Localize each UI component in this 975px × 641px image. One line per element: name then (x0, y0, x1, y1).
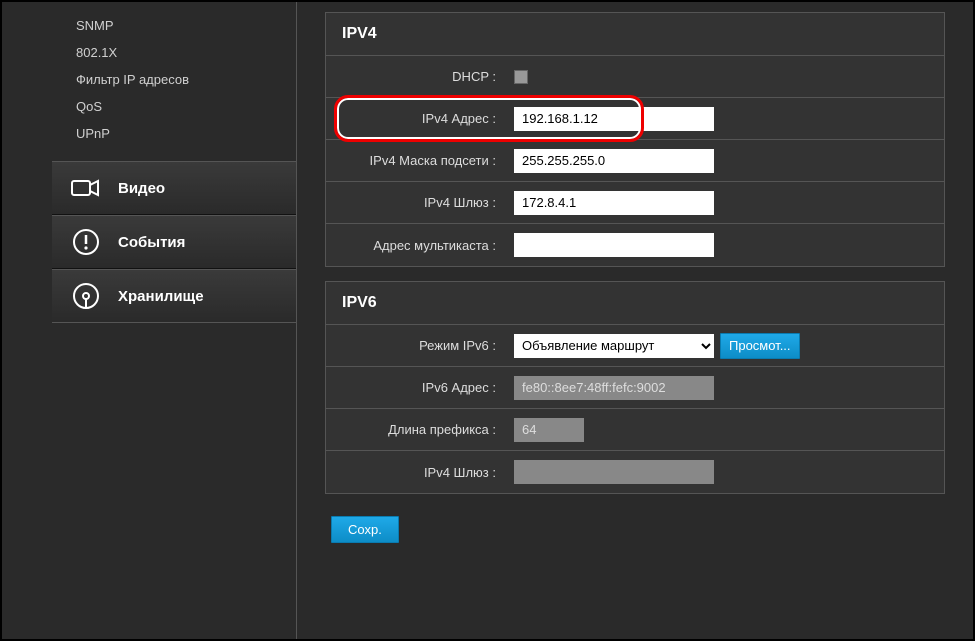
ipv6-addr-input[interactable] (514, 376, 714, 400)
ipv6-gw-input[interactable] (514, 460, 714, 484)
alert-icon (70, 228, 102, 256)
sidebar-item-video[interactable]: Видео (52, 161, 296, 215)
ipv4-gw-label: IPv4 Шлюз : (326, 195, 506, 210)
row-ipv4-gw: IPv4 Шлюз : (326, 182, 944, 224)
sidebar: SNMP 802.1X Фильтр IP адресов QoS UPnP В… (2, 2, 297, 639)
mcast-label: Адрес мультикаста : (326, 238, 506, 253)
main-content: IPV4 DHCP : IPv4 Адрес : IPv4 Маска подс… (297, 2, 973, 639)
row-dhcp: DHCP : (326, 56, 944, 98)
ipv6-gw-label: IPv4 Шлюз : (326, 465, 506, 480)
row-mcast: Адрес мультикаста : (326, 224, 944, 266)
sidebar-item-label: Видео (118, 180, 165, 197)
ipv4-mask-input[interactable] (514, 149, 714, 173)
ipv4-gw-input[interactable] (514, 191, 714, 215)
row-ipv4-mask: IPv4 Маска подсети : (326, 140, 944, 182)
row-ipv6-mode: Режим IPv6 : Объявление маршрут Просмот.… (326, 325, 944, 367)
disk-icon (70, 282, 102, 310)
sidebar-item-label: События (118, 234, 185, 251)
ipv4-panel: IPV4 DHCP : IPv4 Адрес : IPv4 Маска подс… (325, 12, 945, 267)
ipv6-title: IPV6 (326, 282, 944, 325)
dhcp-label: DHCP : (326, 69, 506, 84)
sidebar-sub-qos[interactable]: QoS (52, 93, 296, 120)
ipv4-mask-label: IPv4 Маска подсети : (326, 153, 506, 168)
sidebar-item-events[interactable]: События (52, 215, 296, 269)
prefix-label: Длина префикса : (326, 422, 506, 437)
sidebar-item-label: Хранилище (118, 288, 204, 305)
row-ipv6-addr: IPv6 Адрес : (326, 367, 944, 409)
save-button[interactable]: Сохр. (331, 516, 399, 543)
ipv6-mode-select[interactable]: Объявление маршрут (514, 334, 714, 358)
ipv6-mode-label: Режим IPv6 : (326, 338, 506, 353)
prefix-input[interactable] (514, 418, 584, 442)
sidebar-sub-snmp[interactable]: SNMP (52, 12, 296, 39)
sidebar-sub-ipfilter[interactable]: Фильтр IP адресов (52, 66, 296, 93)
row-ipv6-gw: IPv4 Шлюз : (326, 451, 944, 493)
sidebar-sub-8021x[interactable]: 802.1X (52, 39, 296, 66)
ipv6-addr-label: IPv6 Адрес : (326, 380, 506, 395)
dhcp-checkbox[interactable] (514, 70, 528, 84)
ipv4-title: IPV4 (326, 13, 944, 56)
sidebar-item-storage[interactable]: Хранилище (52, 269, 296, 323)
sidebar-sub-upnp[interactable]: UPnP (52, 120, 296, 147)
camera-icon (70, 174, 102, 202)
ipv4-addr-input[interactable] (514, 107, 714, 131)
mcast-input[interactable] (514, 233, 714, 257)
row-ipv4-addr: IPv4 Адрес : (326, 98, 944, 140)
ipv6-view-button[interactable]: Просмот... (720, 333, 800, 359)
ipv4-addr-label: IPv4 Адрес : (326, 111, 506, 126)
row-prefix: Длина префикса : (326, 409, 944, 451)
ipv6-panel: IPV6 Режим IPv6 : Объявление маршрут Про… (325, 281, 945, 494)
